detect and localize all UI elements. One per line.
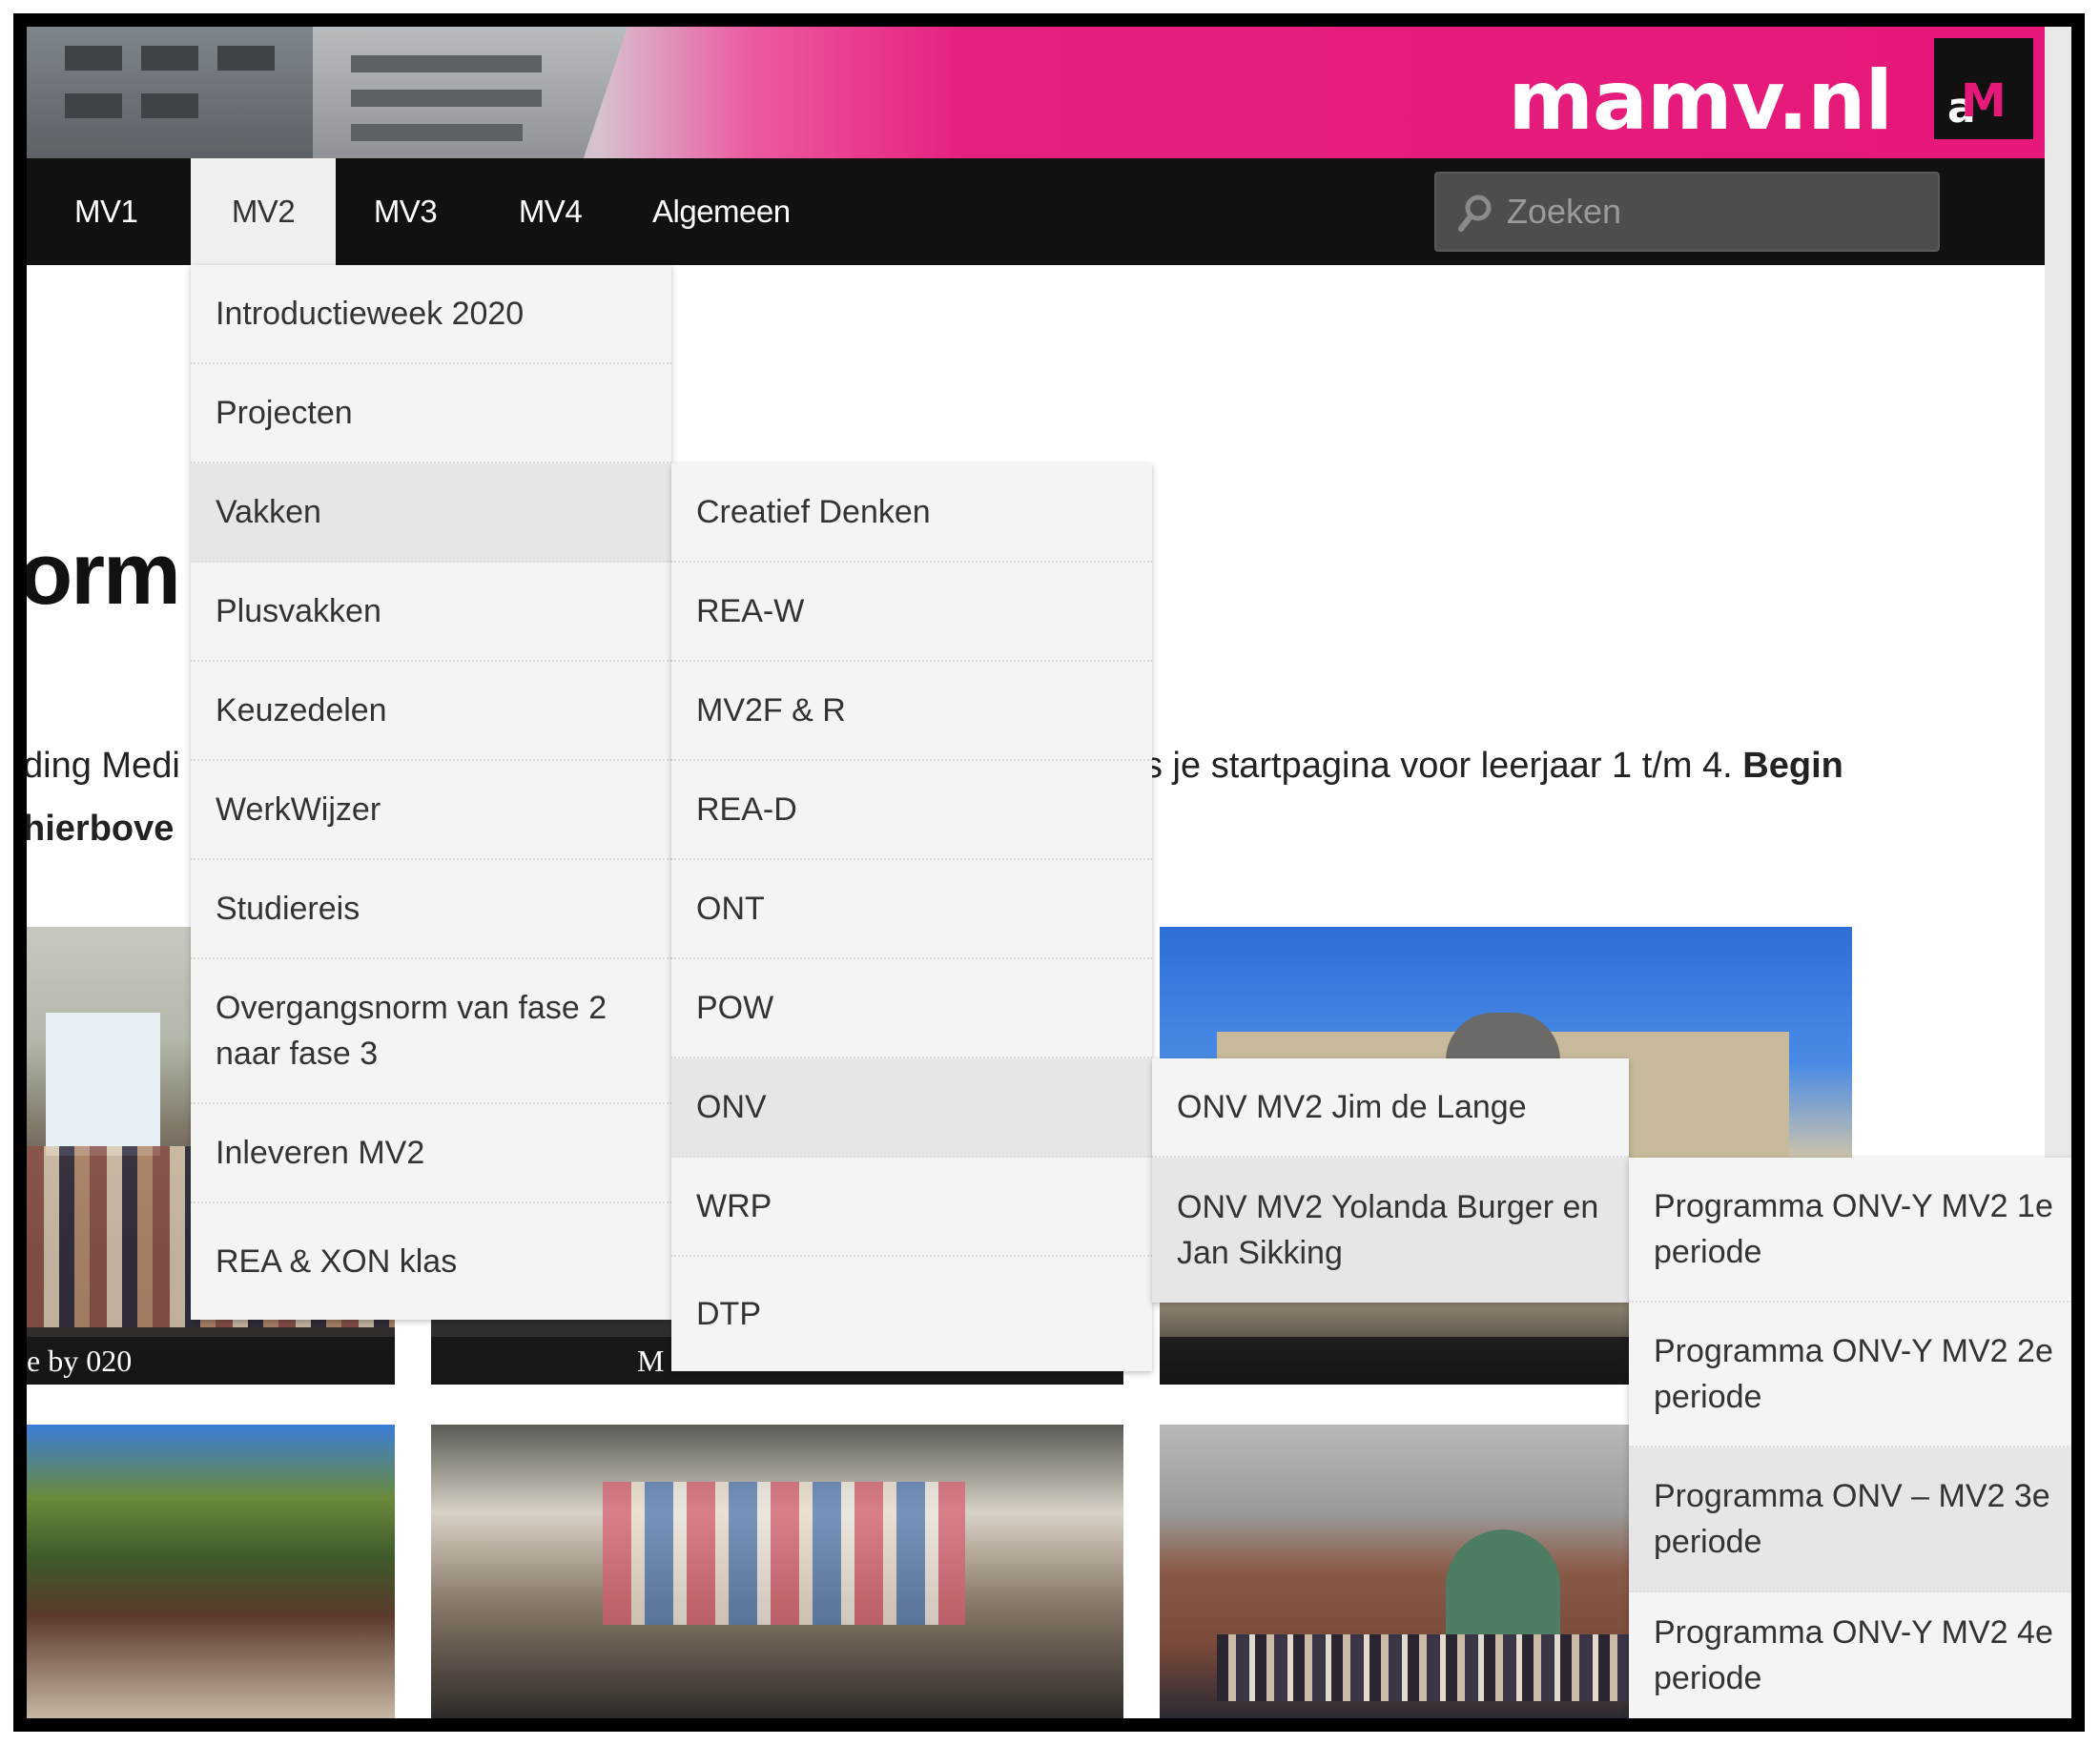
- photo-tile-church[interactable]: [27, 1425, 395, 1718]
- menu-item-overgangsnorm[interactable]: Overgangsnorm van fase 2 naar fase 3: [191, 959, 671, 1104]
- site-brand[interactable]: mamv.nl: [1508, 53, 1893, 149]
- nav-item-mv1[interactable]: MV1: [59, 158, 166, 265]
- menu-item-programma-3e-periode[interactable]: Programma ONV – MV2 3e periode: [1629, 1447, 2071, 1592]
- menu-item-rea-d[interactable]: REA-D: [671, 761, 1152, 860]
- dropdown-mv2: Introductieweek 2020 Projecten Vakken Pl…: [191, 265, 671, 1320]
- menu-item-mv2f-r[interactable]: MV2F & R: [671, 662, 1152, 761]
- menu-item-rea-xon-klas[interactable]: REA & XON klas: [191, 1203, 671, 1320]
- menu-item-pow[interactable]: POW: [671, 959, 1152, 1058]
- dropdown-onv: ONV MV2 Jim de Lange ONV MV2 Yolanda Bur…: [1152, 1058, 1629, 1303]
- menu-item-plusvakken[interactable]: Plusvakken: [191, 563, 671, 662]
- header-building-window: [65, 46, 122, 71]
- header-building-window: [141, 46, 198, 71]
- photo-caption-left: e by 020: [27, 1337, 395, 1385]
- header-building-window: [65, 93, 122, 118]
- browser-viewport: mamv.nl Ma MV1 MV2 MV3 MV4 Algemeen Zoek…: [27, 27, 2071, 1718]
- search-icon: [1458, 195, 1492, 232]
- intro-text-left: ding Medi: [23, 746, 180, 786]
- nav-item-algemeen[interactable]: Algemeen: [652, 158, 824, 265]
- logo-letter-m: M: [1961, 74, 2007, 128]
- intro-text-right: s je startpagina voor leerjaar 1 t/m 4. …: [1144, 746, 1843, 787]
- menu-item-programma-1e-periode[interactable]: Programma ONV-Y MV2 1e periode: [1629, 1158, 2071, 1303]
- menu-item-wrp[interactable]: WRP: [671, 1158, 1152, 1257]
- header-building-window: [351, 90, 542, 107]
- menu-item-creatief-denken[interactable]: Creatief Denken: [671, 463, 1152, 563]
- intro-text-second-line: hierbove: [23, 809, 175, 849]
- menu-item-onv-yolanda-burger[interactable]: ONV MV2 Yolanda Burger en Jan Sikking: [1152, 1158, 1629, 1303]
- nav-item-mv2[interactable]: MV2: [191, 158, 336, 265]
- menu-item-onv[interactable]: ONV: [671, 1058, 1152, 1158]
- header-building-window: [217, 46, 275, 71]
- photo-wall-posters: [603, 1482, 965, 1625]
- photo-screen: [46, 1013, 160, 1156]
- menu-item-inleveren-mv2[interactable]: Inleveren MV2: [191, 1104, 671, 1203]
- menu-item-studiereis[interactable]: Studiereis: [191, 860, 671, 959]
- screenshot-frame: mamv.nl Ma MV1 MV2 MV3 MV4 Algemeen Zoek…: [13, 13, 2085, 1732]
- search-placeholder: Zoeken: [1507, 192, 1622, 231]
- dropdown-vakken: Creatief Denken REA-W MV2F & R REA-D ONT…: [671, 463, 1152, 1371]
- menu-item-projecten[interactable]: Projecten: [191, 364, 671, 463]
- dropdown-onv-yolanda: Programma ONV-Y MV2 1e periode Programma…: [1629, 1158, 2071, 1718]
- header-building-window: [351, 124, 523, 141]
- main-nav: MV1 MV2 MV3 MV4 Algemeen Zoeken: [27, 158, 2045, 265]
- photo-reichstag-dome: [1446, 1013, 1560, 1060]
- nav-item-mv3[interactable]: MV3: [353, 158, 458, 265]
- menu-item-onv-jim-de-lange[interactable]: ONV MV2 Jim de Lange: [1152, 1058, 1629, 1158]
- menu-item-programma-2e-periode[interactable]: Programma ONV-Y MV2 2e periode: [1629, 1303, 2071, 1447]
- menu-item-rea-w[interactable]: REA-W: [671, 563, 1152, 662]
- menu-item-programma-4e-periode[interactable]: Programma ONV-Y MV2 4e periode: [1629, 1592, 2071, 1718]
- menu-item-ont[interactable]: ONT: [671, 860, 1152, 959]
- intro-text-right-plain: s je startpagina voor leerjaar 1 t/m 4.: [1144, 746, 1743, 786]
- menu-item-dtp[interactable]: DTP: [671, 1257, 1152, 1371]
- nav-item-mv4[interactable]: MV4: [498, 158, 603, 265]
- site-logo[interactable]: Ma: [1934, 38, 2033, 139]
- menu-item-introductieweek[interactable]: Introductieweek 2020: [191, 265, 671, 364]
- header-building-window: [351, 55, 542, 72]
- site-header: mamv.nl Ma: [27, 27, 2045, 158]
- header-building-window: [141, 93, 198, 118]
- menu-item-keuzedelen[interactable]: Keuzedelen: [191, 662, 671, 761]
- intro-text-right-bold: Begin: [1742, 746, 1843, 786]
- search-input[interactable]: Zoeken: [1434, 172, 1940, 252]
- photo-tile-classroom[interactable]: [431, 1425, 1123, 1718]
- page-title: orm: [19, 525, 181, 623]
- menu-item-vakken[interactable]: Vakken: [191, 463, 671, 563]
- menu-item-werkwijzer[interactable]: WerkWijzer: [191, 761, 671, 860]
